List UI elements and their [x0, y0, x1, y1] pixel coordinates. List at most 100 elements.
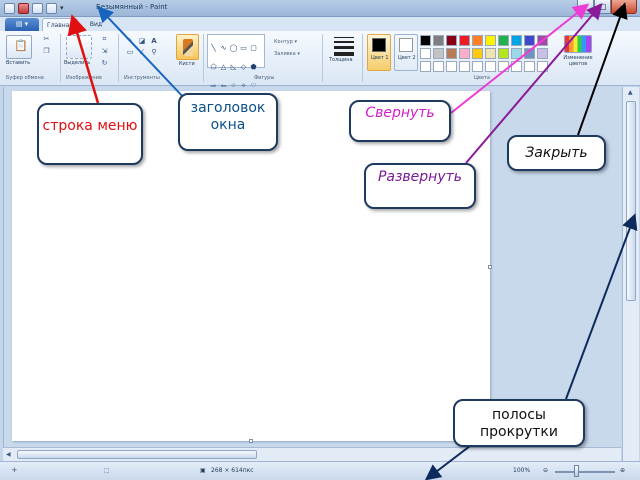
- pencil-icon[interactable]: ✎: [125, 37, 135, 46]
- color1-button[interactable]: Цвет 1: [367, 34, 391, 71]
- palette-swatch[interactable]: [446, 61, 457, 72]
- eraser-icon[interactable]: ▭: [125, 48, 135, 57]
- palette-swatch[interactable]: [472, 48, 483, 59]
- palette-swatch[interactable]: [459, 35, 470, 46]
- zoom-out-icon[interactable]: ⊖: [543, 467, 548, 474]
- palette-swatch[interactable]: [498, 61, 509, 72]
- zoom-level: 100%: [513, 467, 531, 474]
- resize-icon[interactable]: ⇲: [100, 47, 109, 55]
- palette-swatch[interactable]: [446, 48, 457, 59]
- group-image-label: Изображение: [66, 75, 102, 81]
- resize-handle-bottom[interactable]: [249, 439, 253, 443]
- close-button[interactable]: ✕: [611, 0, 637, 14]
- palette-swatch[interactable]: [433, 61, 444, 72]
- color-picker-icon[interactable]: ⁄: [137, 48, 147, 57]
- palette-swatch[interactable]: [420, 48, 431, 59]
- palette-swatch[interactable]: [485, 35, 496, 46]
- blank-tool: [161, 37, 171, 46]
- palette-swatch[interactable]: [420, 61, 431, 72]
- text-icon[interactable]: A: [149, 37, 159, 46]
- zoom-slider[interactable]: [555, 471, 615, 473]
- separator: [322, 34, 323, 82]
- palette-swatch[interactable]: [446, 35, 457, 46]
- oval-icon: ◯: [229, 44, 238, 52]
- palette-swatch[interactable]: [511, 35, 522, 46]
- vertical-scroll-thumb[interactable]: [626, 101, 636, 301]
- horizontal-scrollbar[interactable]: ◀: [3, 447, 621, 461]
- callout-maximize: Развернуть: [364, 163, 476, 209]
- palette-swatch[interactable]: [433, 48, 444, 59]
- save-icon[interactable]: [18, 3, 29, 14]
- scroll-up-icon[interactable]: ▲: [628, 89, 633, 96]
- separator: [203, 34, 204, 82]
- tab-view[interactable]: Вид: [82, 18, 110, 31]
- color1-label: Цвет 1: [371, 55, 389, 61]
- horizontal-scroll-thumb[interactable]: [17, 450, 257, 459]
- paste-button[interactable]: 📋: [6, 35, 32, 59]
- palette-swatch[interactable]: [472, 35, 483, 46]
- palette-swatch[interactable]: [511, 48, 522, 59]
- palette-swatch[interactable]: [485, 48, 496, 59]
- palette-swatch[interactable]: [498, 48, 509, 59]
- palette-swatch[interactable]: [459, 61, 470, 72]
- scroll-left-icon[interactable]: ◀: [6, 451, 11, 458]
- palette-swatch[interactable]: [537, 35, 548, 46]
- zoom-in-icon[interactable]: ⊕: [620, 467, 625, 474]
- cut-icon[interactable]: ✂: [42, 35, 51, 43]
- tab-home[interactable]: Главная: [42, 18, 78, 31]
- palette-swatch[interactable]: [433, 35, 444, 46]
- group-tools-label: Инструменты: [124, 75, 160, 81]
- title-bar: ▾ Безымянный - Paint – □ ✕: [0, 0, 640, 17]
- cursor-position-icon: ✛: [12, 467, 18, 474]
- color2-label: Цвет 2: [398, 55, 416, 61]
- color2-button[interactable]: Цвет 2: [394, 34, 418, 71]
- palette-swatch[interactable]: [537, 48, 548, 59]
- callout-close: Закрыть: [507, 135, 606, 171]
- redo-icon[interactable]: [46, 3, 57, 14]
- fill-bucket-icon[interactable]: ◪: [137, 37, 147, 46]
- undo-icon[interactable]: [32, 3, 43, 14]
- file-menu-button[interactable]: ▤ ▾: [5, 18, 39, 31]
- chevron-down-icon[interactable]: ▾: [60, 3, 68, 14]
- shapes-gallery[interactable]: ╲ ∿ ◯ ▭ ▢ ⬠ △ ◺ ◇ ⬟ ⇨ ⇦ ☆ ✧ ♡: [207, 34, 265, 90]
- rotate-icon[interactable]: ↻: [100, 59, 109, 67]
- color2-swatch: [399, 38, 413, 52]
- outline-fill: Контур ▾ Заливка ▾: [274, 36, 300, 60]
- status-bar: ✛ ⬚ ▣ 268 × 614пкс 100% ⊖ ⊕: [0, 461, 640, 480]
- window-title: Безымянный - Paint: [96, 3, 168, 11]
- ribbon-tabs: ▤ ▾ Главная Вид: [0, 17, 640, 31]
- minimize-button[interactable]: –: [577, 0, 594, 14]
- paste-label: Вставить: [6, 60, 31, 66]
- fill-button[interactable]: Заливка ▾: [274, 48, 300, 60]
- blank-tool: [161, 48, 171, 57]
- maximize-button[interactable]: □: [594, 0, 611, 14]
- crop-icon[interactable]: ⌗: [100, 35, 109, 43]
- vertical-scrollbar[interactable]: ▲: [622, 87, 639, 461]
- palette-swatch[interactable]: [524, 48, 535, 59]
- outline-button[interactable]: Контур ▾: [274, 36, 300, 48]
- separator: [362, 34, 363, 82]
- palette-swatch[interactable]: [485, 61, 496, 72]
- tools-grid: ✎ ◪ A ▭ ⁄ ⚲: [125, 37, 171, 57]
- palette-swatch[interactable]: [524, 35, 535, 46]
- edit-colors-button[interactable]: [564, 35, 592, 53]
- select-button[interactable]: [66, 35, 92, 59]
- copy-icon[interactable]: ❐: [42, 47, 51, 55]
- magnifier-icon[interactable]: ⚲: [149, 48, 159, 57]
- paint-app-icon[interactable]: [4, 3, 15, 14]
- rounded-rect-icon: ▢: [250, 44, 257, 52]
- quick-access-toolbar: ▾: [4, 2, 68, 15]
- palette-swatch[interactable]: [537, 61, 548, 72]
- palette-swatch[interactable]: [459, 48, 470, 59]
- brushes-button[interactable]: [176, 34, 199, 60]
- resize-handle-right[interactable]: [488, 265, 492, 269]
- palette-swatch[interactable]: [472, 61, 483, 72]
- color-palette: [420, 35, 548, 72]
- palette-swatch[interactable]: [511, 61, 522, 72]
- size-button[interactable]: [334, 37, 354, 59]
- palette-swatch[interactable]: [498, 35, 509, 46]
- palette-swatch[interactable]: [420, 35, 431, 46]
- palette-swatch[interactable]: [524, 61, 535, 72]
- clipboard-icon: 📋: [14, 39, 28, 52]
- zoom-slider-knob[interactable]: [574, 465, 579, 477]
